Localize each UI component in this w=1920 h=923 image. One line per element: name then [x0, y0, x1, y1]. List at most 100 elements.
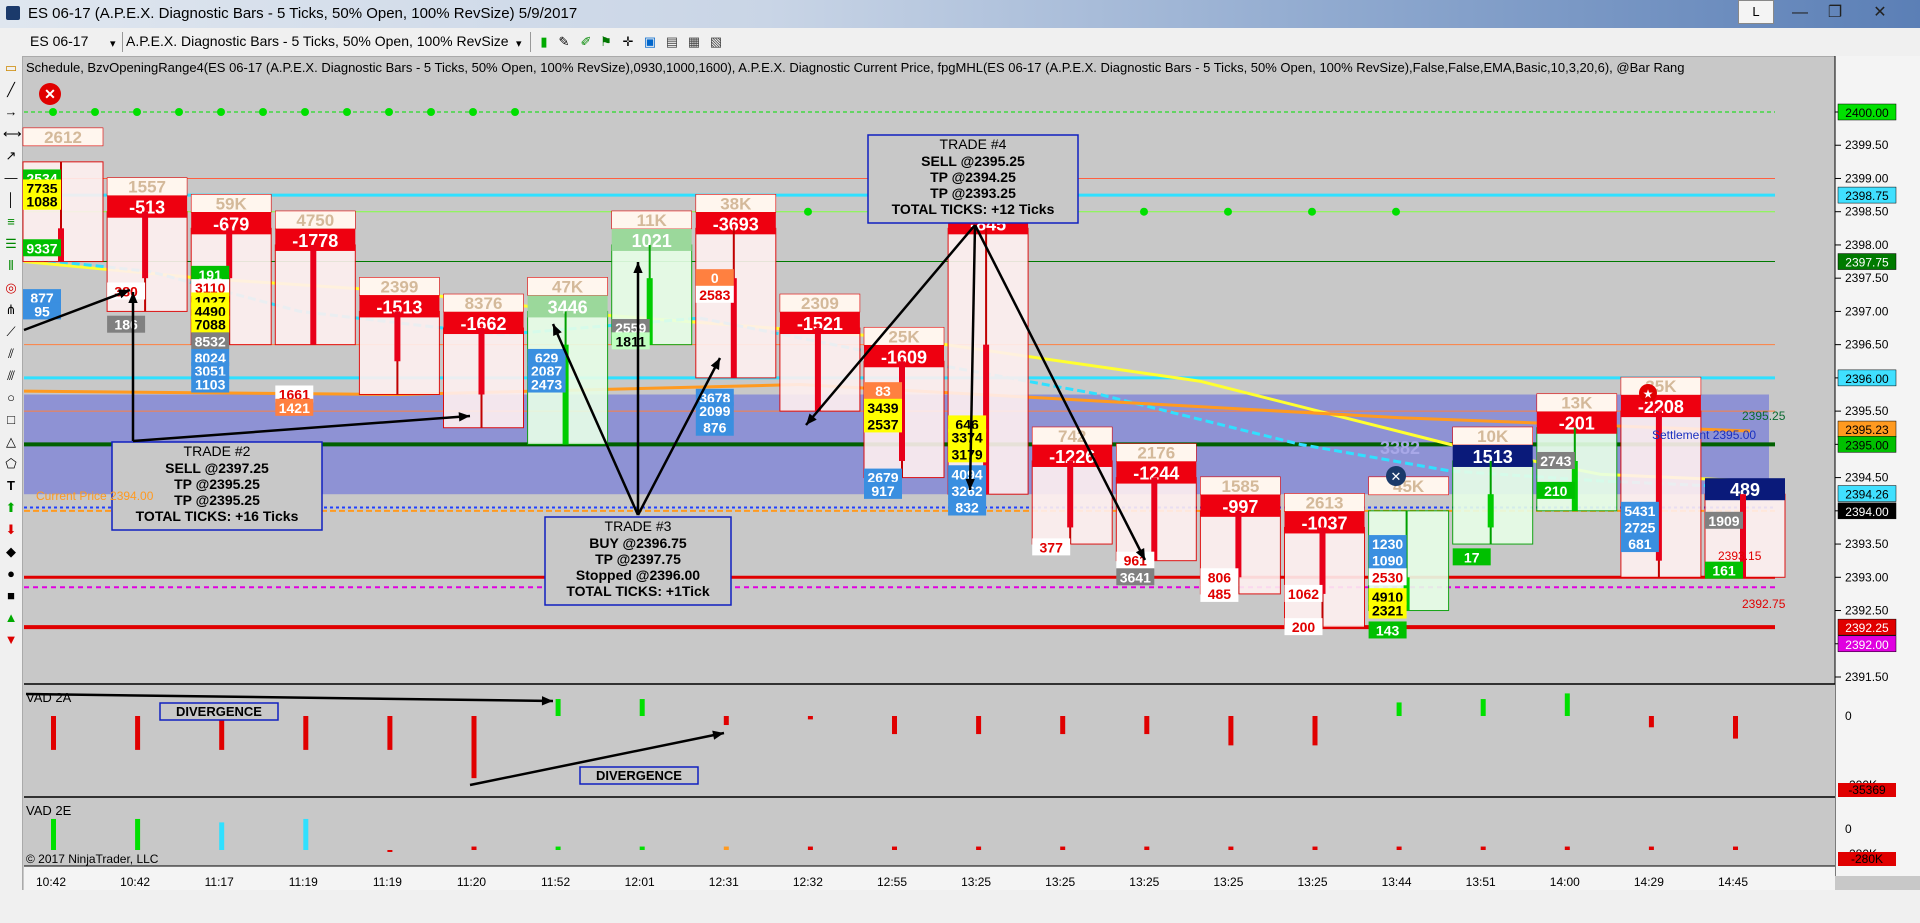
gann-fan-icon[interactable]: ⟋: [3, 324, 19, 340]
close-button[interactable]: ✕: [1860, 2, 1900, 24]
footprint-cell-value: 17: [1464, 549, 1480, 565]
vad2e-histogram-bar: [1228, 846, 1234, 850]
bartype-dropdown-icon[interactable]: ▾: [516, 37, 522, 50]
triangle-down-icon[interactable]: ▼: [3, 632, 19, 648]
bartype-selector[interactable]: A.P.E.X. Diagnostic Bars - 5 Ticks, 50% …: [126, 33, 509, 49]
strategies-icon[interactable]: ▧: [708, 34, 724, 50]
time-axis-label: 11:19: [373, 875, 402, 889]
arrow-tool-icon[interactable]: ↗: [3, 148, 19, 164]
text-tool-icon[interactable]: T: [3, 478, 19, 494]
price-tag-label: 2397.75: [1845, 256, 1889, 270]
footprint-cell-value: 3439: [867, 400, 898, 416]
footprint-cell-value: 2473: [531, 377, 562, 393]
price-tag-label: 2392.25: [1845, 621, 1889, 635]
candle-body: [983, 344, 990, 495]
fib-time-icon[interactable]: ⦀: [3, 258, 19, 274]
fib-retracement-icon[interactable]: ≡: [3, 214, 19, 230]
line-tool-icon[interactable]: ╱: [3, 82, 19, 98]
chart-style-icon[interactable]: ▮: [536, 34, 552, 50]
properties-icon[interactable]: ▤: [664, 34, 680, 50]
layout-button[interactable]: L: [1738, 0, 1774, 24]
bar-volume-label: 31K: [973, 194, 1005, 213]
opening-range-dot: [1224, 207, 1232, 216]
bar-volume-label: 1557: [128, 178, 166, 197]
divergence-1-box: [159, 702, 279, 721]
horizontal-line-icon[interactable]: —: [3, 170, 19, 186]
delta-label-box: [1032, 444, 1113, 467]
bar-delta-label: -1037: [1301, 513, 1347, 533]
triangle-up-icon[interactable]: ▲: [3, 610, 19, 626]
andrews-pitchfork-icon[interactable]: ⋔: [3, 302, 19, 318]
opening-range-dot: [343, 108, 351, 116]
footprint-cell: [864, 398, 902, 416]
trade-arrow-head: [965, 478, 975, 490]
chart-toolbar: ES 06-17 ▾ A.P.E.X. Diagnostic Bars - 5 …: [0, 28, 1920, 57]
ruler-icon[interactable]: ▭: [3, 60, 19, 76]
footprint-cell-value: 2583: [699, 287, 730, 303]
polygon-icon[interactable]: ⬠: [3, 456, 19, 472]
price-axis-background: [1835, 56, 1920, 876]
delta-label-box: [443, 312, 524, 335]
volume-label-box: [779, 293, 861, 313]
footprint-cell-value: 1027: [195, 293, 226, 309]
instrument-selector[interactable]: ES 06-17: [30, 33, 88, 49]
vad2e-histogram-bar: [51, 818, 56, 850]
regression-channel-icon[interactable]: ⫽: [3, 346, 19, 362]
crosshair-icon[interactable]: ✛: [620, 34, 636, 50]
draw-icon[interactable]: ✐: [578, 34, 594, 50]
vad2a-histogram-bar: [387, 716, 393, 750]
vad2e-axis-zero: 0: [1845, 822, 1852, 836]
footprint-bar-box: [22, 161, 104, 263]
data-box-icon[interactable]: ▣: [642, 34, 658, 50]
restore-button[interactable]: ❐: [1815, 2, 1855, 24]
bar-volume-label: 2399: [380, 277, 418, 296]
ray-tool-icon[interactable]: →: [3, 104, 19, 120]
volume-label-box: [1284, 493, 1365, 512]
candle-body: [310, 244, 317, 345]
footprint-cell: [191, 302, 230, 320]
footprint-cell: [1284, 584, 1323, 602]
opening-range-dot: [1392, 207, 1400, 216]
vad2e-histogram-bar: [892, 846, 897, 850]
footprint-cell-value: 1811: [616, 333, 647, 349]
dot-icon[interactable]: ●: [3, 566, 19, 582]
price-tag-label: 2394.00: [1845, 505, 1889, 519]
time-axis-label: 13:25: [1297, 875, 1327, 889]
indicators-icon[interactable]: ▦: [686, 34, 702, 50]
ellipse-icon[interactable]: ○: [3, 390, 19, 406]
fib-extension-icon[interactable]: ☰: [3, 236, 19, 252]
footprint-cell-value: 8024: [195, 350, 226, 366]
vertical-line-icon[interactable]: │: [3, 192, 19, 208]
footprint-cell-value: 161: [1712, 563, 1736, 579]
minimize-button[interactable]: —: [1780, 2, 1820, 24]
price-axis-tick-label: 2394.50: [1845, 471, 1889, 485]
candle-body: [58, 228, 64, 262]
vad2a-histogram-bar: [471, 716, 477, 779]
fib-circle-icon[interactable]: ◎: [3, 280, 19, 296]
trade-annotation-title: TRADE #2: [184, 443, 251, 459]
arrow-up-icon[interactable]: ⬆: [3, 500, 19, 516]
extended-line-icon[interactable]: ⟷: [3, 126, 22, 142]
marker-icon[interactable]: ⚑: [598, 34, 614, 50]
footprint-cell: [948, 428, 987, 446]
square-icon[interactable]: ■: [3, 588, 19, 604]
footprint-cell-value: 83: [875, 383, 891, 399]
bar-volume-label: 1585: [1221, 477, 1259, 496]
footprint-cell-value: 2321: [1372, 603, 1403, 619]
footprint-cell-value: 917: [871, 483, 895, 499]
footprint-cell: [1368, 551, 1407, 569]
triangle-icon[interactable]: △: [3, 434, 19, 450]
trade-arrow-head: [712, 730, 724, 740]
level-text-2395-25: 2395.25: [1742, 409, 1786, 423]
trend-channel-icon[interactable]: ⫻: [3, 368, 19, 384]
rectangle-icon[interactable]: □: [3, 412, 19, 428]
pencil-icon[interactable]: ✎: [556, 34, 572, 50]
price-chart[interactable]: 26121557-513 59K-679 4750-17782399-1513 837…: [0, 0, 1920, 923]
vad2a-panel-label: VAD 2A: [26, 690, 72, 705]
instrument-dropdown-icon[interactable]: ▾: [110, 37, 116, 50]
opening-range-dot: [91, 108, 99, 116]
diamond-icon[interactable]: ◆: [3, 544, 19, 560]
volume-label-box: [1536, 393, 1618, 413]
arrow-down-icon[interactable]: ⬇: [3, 522, 19, 538]
price-tag: [1837, 436, 1897, 453]
